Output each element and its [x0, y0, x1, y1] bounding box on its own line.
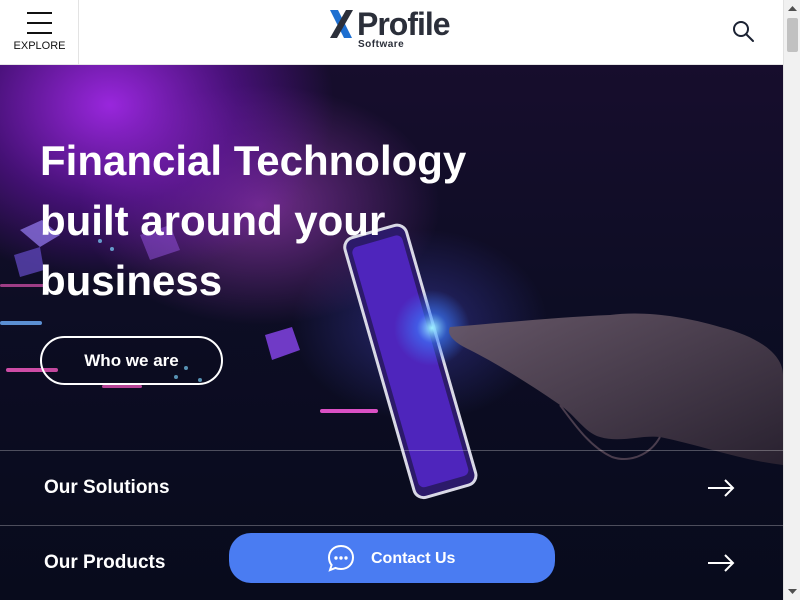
hamburger-icon: [27, 12, 52, 34]
nav-row-label: Our Products: [44, 552, 166, 573]
arrow-right-icon: [708, 554, 735, 572]
nav-row-our-solutions[interactable]: Our Solutions: [0, 450, 783, 525]
logo-x-mark-icon: [330, 10, 353, 38]
who-we-are-button[interactable]: Who we are: [40, 336, 223, 385]
search-button[interactable]: [728, 16, 758, 46]
site-header: EXPLORE Profile Software: [0, 0, 783, 65]
logo-word: Profile: [357, 6, 451, 42]
arrow-right-icon: [708, 479, 735, 497]
hero-headline: Financial Technology built around your b…: [40, 131, 540, 311]
profile-software-logo[interactable]: Profile Software: [326, 6, 460, 54]
chat-icon: [327, 544, 355, 572]
headline-line-3: business: [40, 257, 223, 304]
nav-row-label: Our Solutions: [44, 477, 170, 498]
explore-menu-button[interactable]: EXPLORE: [0, 0, 79, 65]
contact-us-label: Contact Us: [371, 550, 456, 567]
hero-section: Financial Technology built around your b…: [0, 65, 783, 600]
scroll-up-icon[interactable]: [784, 0, 800, 17]
headline-line-1: Financial Technology: [40, 137, 467, 184]
scrollbar-thumb[interactable]: [787, 18, 798, 52]
page-scrollbar[interactable]: [783, 0, 800, 600]
search-icon: [733, 21, 754, 42]
contact-us-button[interactable]: Contact Us: [229, 533, 555, 583]
scroll-down-icon[interactable]: [784, 583, 800, 600]
headline-line-2: built around your: [40, 197, 386, 244]
logo-subtitle: Software: [358, 39, 405, 50]
explore-label: EXPLORE: [13, 40, 66, 52]
